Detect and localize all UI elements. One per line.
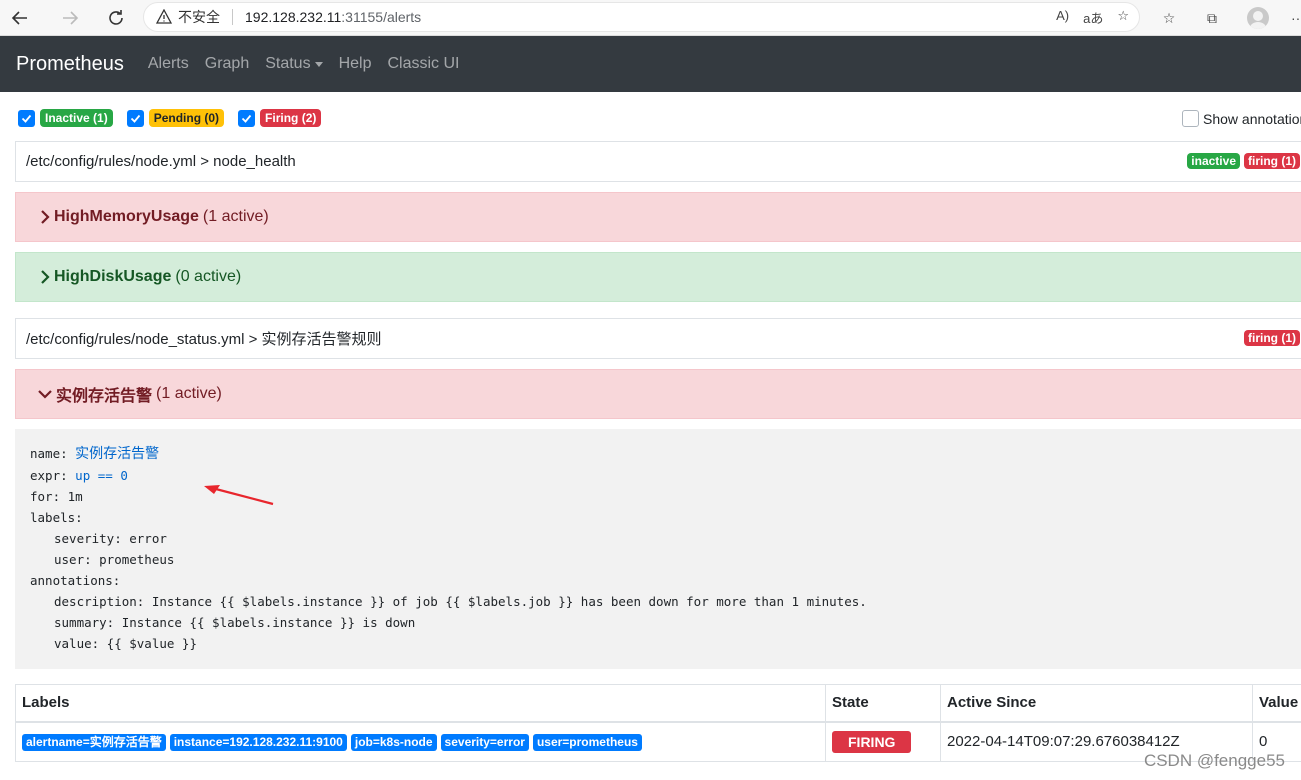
alert-rule-name: 实例存活告警 <box>56 388 153 405</box>
alert-rule-name: HighDiskUsage <box>54 268 172 285</box>
main-navbar: Prometheus Alerts Graph Status Help Clas… <box>0 36 1301 92</box>
back-button[interactable] <box>6 4 34 32</box>
add-favorite-icon[interactable]: ☆ <box>1117 8 1129 27</box>
security-indicator[interactable]: 不安全 <box>156 7 220 27</box>
alert-rule-row[interactable]: HighMemoryUsage (1 active) <box>15 192 1301 242</box>
url-divider <box>232 9 233 25</box>
alert-rule-count: (0 active) <box>175 268 242 285</box>
yaml-key: expr: <box>30 468 68 483</box>
yaml-ann-summary: summary: Instance {{ $labels.instance }}… <box>54 615 416 630</box>
red-arrow-annotation-icon <box>204 485 274 506</box>
alert-rule-count: (1 active) <box>202 208 269 225</box>
col-state: State <box>825 684 941 723</box>
nav-alerts[interactable]: Alerts <box>148 55 189 73</box>
yaml-name-value[interactable]: 实例存活告警 <box>75 446 159 462</box>
nav-graph[interactable]: Graph <box>205 55 249 73</box>
url-path: :31155/alerts <box>341 9 422 25</box>
col-active-since: Active Since <box>940 684 1253 723</box>
labels-cell: alertname=实例存活告警 instance=192.128.232.11:… <box>15 721 826 762</box>
nav-status[interactable]: Status <box>265 55 323 73</box>
profile-button[interactable] <box>1246 6 1270 30</box>
alert-rule-row[interactable]: 实例存活告警 (1 active) <box>15 369 1301 419</box>
translate-icon[interactable]: aあ <box>1083 8 1103 27</box>
group-firing-badge: firing (1) <box>1244 153 1300 169</box>
rule-group-path: /etc/config/rules/node_status.yml > 实例存活… <box>26 331 382 348</box>
filter-firing[interactable]: Firing (2) <box>238 109 322 127</box>
address-bar[interactable]: 不安全 192.128.232.11:31155/alerts A) aあ ☆ <box>143 2 1140 32</box>
state-cell: FIRING <box>825 721 941 762</box>
url-host: 192.128.232.11 <box>245 9 342 25</box>
filter-pending[interactable]: Pending (0) <box>126 109 225 127</box>
checkbox-checked-icon[interactable] <box>18 109 35 127</box>
rule-group-header: /etc/config/rules/node_status.yml > 实例存活… <box>15 318 1301 359</box>
table-row: alertname=实例存活告警 instance=192.128.232.11:… <box>15 721 1301 762</box>
label-badge: job=k8s-node <box>350 733 437 751</box>
nav-classic-ui[interactable]: Classic UI <box>387 55 459 73</box>
back-arrow-icon <box>11 11 27 25</box>
caret-down-icon <box>314 61 323 67</box>
chevron-right-icon <box>40 210 50 224</box>
favorites-icon[interactable]: ☆ <box>1157 6 1181 30</box>
yaml-annotations-key: annotations: <box>30 573 121 588</box>
alert-rule-name: HighMemoryUsage <box>54 208 199 225</box>
yaml-name-line: name: 实例存活告警 <box>30 443 1290 465</box>
rule-group-path: /etc/config/rules/node.yml > node_health <box>26 153 296 170</box>
inactive-badge: Inactive (1) <box>40 109 113 127</box>
yaml-ann-value: value: {{ $value }} <box>54 636 197 651</box>
collections-icon[interactable]: ⧉ <box>1200 6 1224 30</box>
brand-logo[interactable]: Prometheus <box>16 53 124 76</box>
reload-icon <box>109 10 123 25</box>
yaml-ann-description: description: Instance {{ $labels.instanc… <box>54 594 867 609</box>
state-filters: Inactive (1) Pending (0) Firing (2) <box>18 109 335 127</box>
yaml-labels-key: labels: <box>30 510 83 525</box>
state-firing-badge: FIRING <box>832 730 912 753</box>
browser-toolbar: 不安全 192.128.232.11:31155/alerts A) aあ ☆ … <box>0 0 1301 36</box>
yaml-label-user: user: prometheus <box>54 552 175 567</box>
alert-rule-count: (1 active) <box>156 385 222 402</box>
avatar <box>1247 7 1269 29</box>
alert-rule-row[interactable]: HighDiskUsage (0 active) <box>15 252 1301 302</box>
label-badge: instance=192.128.232.11:9100 <box>169 733 347 751</box>
yaml-label-severity: severity: error <box>54 531 167 546</box>
label-badge: alertname=实例存活告警 <box>22 733 166 751</box>
read-aloud-icon[interactable]: A) <box>1056 8 1069 27</box>
watermark: CSDN @fengge55 <box>1143 751 1285 770</box>
pending-badge: Pending (0) <box>148 109 225 127</box>
more-menu-icon[interactable]: ··· <box>1286 6 1301 30</box>
checkbox-checked-icon[interactable] <box>126 109 144 127</box>
chevron-right-icon <box>40 270 50 284</box>
label-badge: user=prometheus <box>532 733 642 751</box>
show-annotations-toggle[interactable]: Show annotations <box>1182 110 1301 127</box>
group-firing-badge: firing (1) <box>1244 330 1300 346</box>
show-annotations-label: Show annotations <box>1203 110 1301 127</box>
nav-help[interactable]: Help <box>339 55 372 73</box>
active-alerts-table: Labels State Active Since Value alertnam… <box>15 684 1301 762</box>
forward-button[interactable] <box>56 4 84 32</box>
warning-icon <box>156 9 172 24</box>
checkbox-unchecked-icon[interactable] <box>1182 110 1199 127</box>
nav-status-label: Status <box>265 55 311 72</box>
checkbox-checked-icon[interactable] <box>238 109 256 127</box>
col-labels: Labels <box>15 684 826 723</box>
rule-definition-yaml: name: 实例存活告警 expr: up == 0 for: 1m label… <box>15 429 1301 669</box>
table-header-row: Labels State Active Since Value <box>15 684 1301 723</box>
firing-badge: Firing (2) <box>260 109 322 127</box>
forward-arrow-icon <box>63 11 79 25</box>
label-badge: severity=error <box>440 733 529 751</box>
yaml-key: name: <box>30 446 68 461</box>
col-value: Value <box>1252 684 1301 723</box>
yaml-expr-value[interactable]: up == 0 <box>75 468 128 483</box>
reload-button[interactable] <box>102 4 130 32</box>
group-inactive-badge: inactive <box>1187 153 1240 169</box>
security-label: 不安全 <box>178 9 220 25</box>
chevron-down-icon <box>38 389 52 399</box>
rule-group-header: /etc/config/rules/node.yml > node_health… <box>15 141 1301 182</box>
filter-inactive[interactable]: Inactive (1) <box>18 109 113 127</box>
